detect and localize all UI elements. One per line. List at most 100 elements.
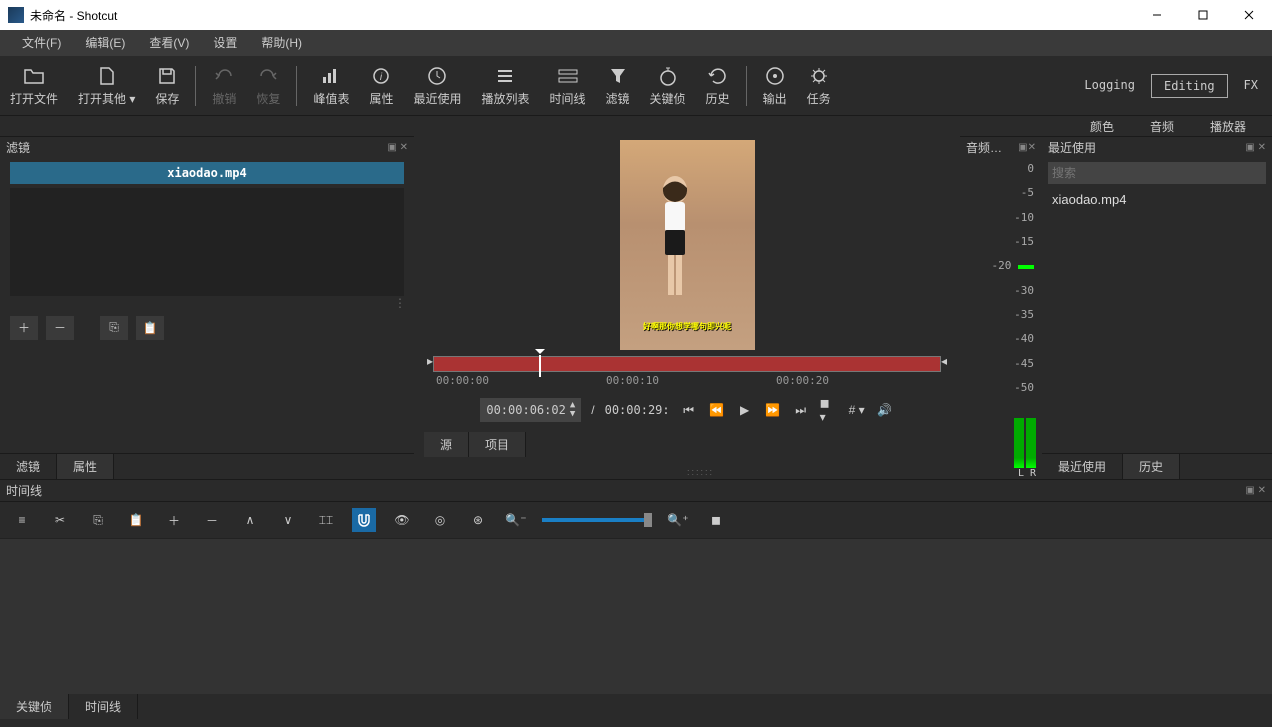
zoom-out-button[interactable]: 🔍⁻ [504, 508, 528, 532]
lift-button[interactable]: ∧ [238, 508, 262, 532]
ripple-button[interactable]: ◎ [428, 508, 452, 532]
panel-controls-icon[interactable]: ▣ ✕ [1245, 485, 1266, 496]
funnel-icon [609, 64, 627, 88]
menu-file[interactable]: 文件(F) [10, 30, 73, 56]
skip-start-button[interactable]: ⏮ [680, 401, 698, 419]
overwrite-button[interactable]: ∨ [276, 508, 300, 532]
tab-keyframes[interactable]: 关键侦 [0, 694, 69, 719]
audio-meter-r [1026, 418, 1036, 468]
zoom-in-button[interactable]: 🔍⁺ [666, 508, 690, 532]
mode-audio[interactable]: 音频 [1132, 116, 1192, 136]
grid-menu-button[interactable]: # ▾ [848, 401, 866, 419]
preview-panel: 好啊那你想学哪句即兴呢 ▸ ◂ 00:00:00 00:00:10 00:00:… [414, 136, 960, 479]
zoom-fit-button[interactable]: ◼ [704, 508, 728, 532]
menu-edit[interactable]: 编辑(E) [73, 30, 137, 56]
panel-controls-icon[interactable]: ▣ ✕ [1245, 142, 1266, 153]
filters-button[interactable]: 滤镜 [596, 59, 640, 113]
redo-button[interactable]: 恢复 [246, 59, 290, 113]
remove-button[interactable]: － [200, 508, 224, 532]
scrubber[interactable] [433, 356, 941, 372]
peak-button[interactable]: 峰值表 [303, 59, 359, 113]
recent-button[interactable]: 最近使用 [403, 59, 471, 113]
menubar: 文件(F) 编辑(E) 查看(V) 设置 帮助(H) [0, 30, 1272, 56]
copy-icon: ⎘ [109, 320, 119, 335]
tab-timeline[interactable]: 时间线 [69, 694, 138, 719]
recent-item[interactable]: xiaodao.mp4 [1042, 188, 1272, 211]
mode-logging[interactable]: Logging [1072, 74, 1147, 98]
tab-history[interactable]: 历史 [1123, 454, 1180, 479]
tab-recent[interactable]: 最近使用 [1042, 454, 1123, 479]
filters-list [10, 188, 404, 296]
zoom-handle[interactable] [644, 513, 652, 527]
clipboard-icon: 📋 [143, 321, 158, 335]
forward-button[interactable]: ⏩ [764, 401, 782, 419]
jobs-button[interactable]: 任务 [797, 59, 841, 113]
tab-project[interactable]: 项目 [469, 432, 526, 457]
volume-button[interactable]: 🔊 [876, 401, 894, 419]
plus-icon: ＋ [18, 319, 30, 336]
recent-panel: 最近使用▣ ✕ xiaodao.mp4 最近使用 历史 [1042, 136, 1272, 479]
drag-handle-icon[interactable]: :::::: [687, 467, 714, 477]
time-ruler[interactable]: 00:00:00 00:00:10 00:00:20 [432, 372, 942, 392]
paste-filter-button[interactable]: 📋 [136, 316, 164, 340]
remove-filter-button[interactable]: － [46, 316, 74, 340]
timeline-button[interactable]: 时间线 [540, 59, 596, 113]
properties-button[interactable]: i属性 [359, 59, 403, 113]
audio-panel-title: 音频… [966, 139, 1002, 156]
peak-led-icon [1026, 265, 1034, 269]
timeline-tracks[interactable] [0, 539, 1272, 694]
search-input[interactable] [1048, 162, 1266, 184]
copy-button[interactable]: ⎘ [86, 508, 110, 532]
keyframes-button[interactable]: 关键侦 [640, 59, 696, 113]
filters-file-chip[interactable]: xiaodao.mp4 [10, 162, 404, 184]
minimize-button[interactable] [1134, 0, 1180, 30]
mode-color[interactable]: 颜色 [1072, 116, 1132, 136]
tab-properties[interactable]: 属性 [57, 454, 114, 479]
tab-filters[interactable]: 滤镜 [0, 454, 57, 479]
open-other-button[interactable]: 打开其他 ▾ [68, 59, 145, 113]
tab-source[interactable]: 源 [424, 432, 469, 457]
panel-controls-icon[interactable]: ▣✕ [1018, 142, 1036, 153]
undo-button[interactable]: 撤销 [202, 59, 246, 113]
history-button[interactable]: 历史 [696, 59, 740, 113]
save-button[interactable]: 保存 [145, 59, 189, 113]
paste-button[interactable]: 📋 [124, 508, 148, 532]
duration-label: 00:00:29: [605, 403, 670, 417]
play-button[interactable]: ▶ [736, 401, 754, 419]
cut-button[interactable]: ✂ [48, 508, 72, 532]
menu-view[interactable]: 查看(V) [137, 30, 201, 56]
panel-controls-icon[interactable]: ▣ ✕ [387, 142, 408, 153]
spinner-icon: ▲▼ [570, 401, 575, 419]
snap-button[interactable] [352, 508, 376, 532]
split-button[interactable]: ⌶⌶ [314, 508, 338, 532]
skip-end-button[interactable]: ⏭ [792, 401, 810, 419]
add-filter-button[interactable]: ＋ [10, 316, 38, 340]
timeline-toolbar: ≡ ✂ ⎘ 📋 ＋ － ∧ ∨ ⌶⌶ 👁 ◎ ⊛ 🔍⁻ 🔍⁺ ◼ [0, 501, 1272, 539]
transport-controls: 00:00:06:02▲▼ / 00:00:29: ⏮ ⏪ ▶ ⏩ ⏭ ◼ ▾ … [480, 398, 893, 422]
zoom-menu-button[interactable]: ◼ ▾ [820, 401, 838, 419]
copy-filter-button[interactable]: ⎘ [100, 316, 128, 340]
timeline-menu-button[interactable]: ≡ [10, 508, 34, 532]
mode-editing[interactable]: Editing [1151, 74, 1228, 98]
export-button[interactable]: 输出 [753, 59, 797, 113]
mode-fx[interactable]: FX [1232, 74, 1270, 98]
zoom-slider[interactable] [542, 518, 652, 522]
rewind-button[interactable]: ⏪ [708, 401, 726, 419]
minus-icon: － [54, 319, 66, 336]
redo-icon [257, 64, 279, 88]
maximize-button[interactable] [1180, 0, 1226, 30]
menu-help[interactable]: 帮助(H) [249, 30, 314, 56]
video-preview[interactable]: 好啊那你想学哪句即兴呢 [620, 140, 755, 350]
ripple-all-button[interactable]: ⊛ [466, 508, 490, 532]
scrub-button[interactable]: 👁 [390, 508, 414, 532]
playlist-button[interactable]: 播放列表 [471, 59, 539, 113]
append-button[interactable]: ＋ [162, 508, 186, 532]
timecode-input[interactable]: 00:00:06:02▲▼ [480, 398, 581, 422]
mode-player[interactable]: 播放器 [1192, 116, 1264, 136]
open-file-button[interactable]: 打开文件 [0, 59, 68, 113]
menu-settings[interactable]: 设置 [201, 30, 249, 56]
titlebar: 未命名 - Shotcut [0, 0, 1272, 30]
folder-icon [23, 64, 45, 88]
out-marker-icon[interactable]: ◂ [941, 354, 947, 368]
close-button[interactable] [1226, 0, 1272, 30]
